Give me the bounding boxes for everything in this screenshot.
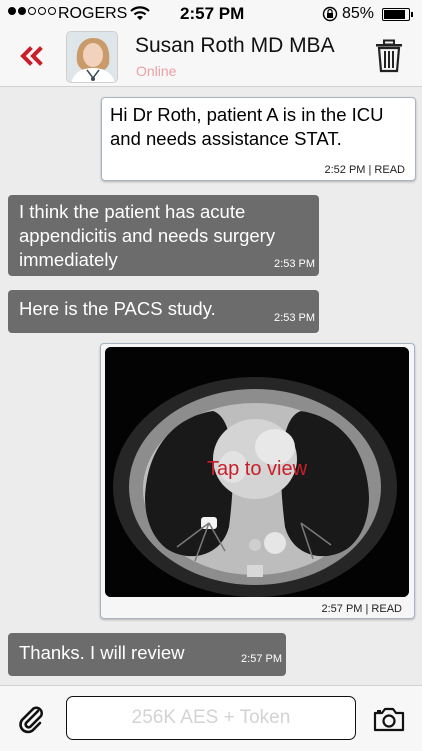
message-timestamp: 2:57 PM: [241, 653, 282, 665]
message-bubble-incoming[interactable]: Here is the PACS study. 2:53 PM: [8, 290, 319, 333]
battery-percentage: 85%: [342, 5, 375, 22]
message-text: I think the patient has acute appendicit…: [19, 201, 276, 270]
paperclip-icon[interactable]: [16, 704, 46, 734]
message-bubble-incoming[interactable]: I think the patient has acute appendicit…: [8, 195, 319, 276]
message-timestamp: 2:53 PM: [274, 258, 315, 270]
battery-icon: [382, 8, 413, 21]
message-timestamp: 2:53 PM: [274, 312, 315, 324]
status-time: 2:57 PM: [180, 4, 245, 23]
double-chevron-left-icon[interactable]: [14, 41, 50, 71]
message-composer: [0, 685, 422, 751]
trash-icon[interactable]: [374, 39, 404, 73]
contact-avatar[interactable]: [66, 31, 118, 83]
message-bubble-image[interactable]: Tap to view 2:57 PM | READ: [100, 343, 415, 619]
message-text: Thanks. I will review: [19, 642, 185, 663]
message-bubble-incoming[interactable]: Thanks. I will review 2:57 PM: [8, 633, 286, 676]
rotation-lock-icon: [322, 6, 338, 27]
tap-to-view-label[interactable]: Tap to view: [105, 458, 409, 481]
carrier-name: ROGERS: [58, 5, 128, 22]
status-bar: ROGERS 2:57 PM 85%: [0, 0, 422, 28]
chat-header: Susan Roth MD MBA Online: [0, 28, 422, 87]
message-input[interactable]: [66, 696, 356, 740]
camera-icon[interactable]: [373, 706, 405, 732]
message-timestamp: 2:52 PM | READ: [324, 164, 406, 176]
message-text: Hi Dr Roth, patient A is in the ICU and …: [110, 104, 384, 149]
contact-status: Online: [136, 63, 177, 79]
message-bubble-outgoing[interactable]: Hi Dr Roth, patient A is in the ICU and …: [101, 97, 416, 181]
message-text: Here is the PACS study.: [19, 298, 216, 319]
pacs-image-thumbnail[interactable]: Tap to view: [105, 347, 409, 597]
contact-name: Susan Roth MD MBA: [135, 34, 335, 57]
message-timestamp: 2:57 PM | READ: [321, 603, 403, 615]
wifi-icon: [130, 5, 150, 26]
signal-strength-icon: [8, 7, 56, 15]
